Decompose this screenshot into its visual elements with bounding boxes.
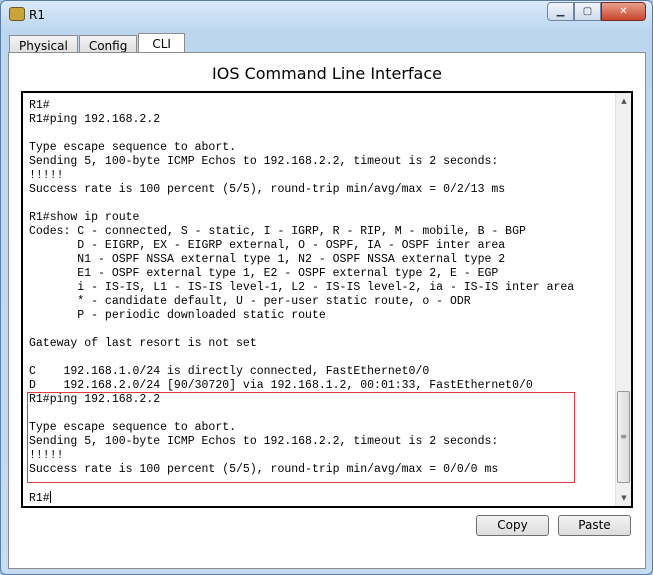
text-cursor bbox=[49, 491, 51, 503]
router-icon bbox=[9, 7, 25, 21]
terminal-line: Success rate is 100 percent (5/5), round… bbox=[29, 183, 506, 196]
vertical-scrollbar[interactable]: ▲ ≡ ▼ bbox=[615, 93, 631, 506]
terminal-line: C 192.168.1.0/24 is directly connected, … bbox=[29, 365, 430, 378]
terminal-line: R1# bbox=[29, 491, 51, 505]
window-title: R1 bbox=[29, 8, 45, 22]
cli-panel: IOS Command Line Interface R1# R1#ping 19… bbox=[8, 52, 646, 569]
minimize-button[interactable]: ▁ bbox=[547, 2, 574, 21]
maximize-button[interactable]: ▢ bbox=[574, 2, 601, 21]
terminal-line: E1 - OSPF external type 1, E2 - OSPF ext… bbox=[29, 267, 499, 280]
terminal-line: P - periodic downloaded static route bbox=[29, 309, 326, 322]
terminal-line: Sending 5, 100-byte ICMP Echos to 192.16… bbox=[29, 155, 499, 168]
scroll-up-arrow-icon[interactable]: ▲ bbox=[616, 93, 631, 109]
paste-button[interactable]: Paste bbox=[558, 515, 631, 536]
terminal-line: * - candidate default, U - per-user stat… bbox=[29, 295, 471, 308]
scrollbar-thumb[interactable]: ≡ bbox=[617, 391, 630, 483]
terminal-line: R1#ping 192.168.2.2 bbox=[29, 113, 161, 126]
window-controls: ▁ ▢ ✕ bbox=[547, 2, 646, 21]
scroll-down-arrow-icon[interactable]: ▼ bbox=[616, 490, 631, 506]
terminal-line: Gateway of last resort is not set bbox=[29, 337, 257, 350]
terminal-line: Codes: C - connected, S - static, I - IG… bbox=[29, 225, 526, 238]
highlight-box bbox=[27, 392, 575, 483]
terminal-line: D - EIGRP, EX - EIGRP external, O - OSPF… bbox=[29, 239, 506, 252]
terminal-line: i - IS-IS, L1 - IS-IS level-1, L2 - IS-I… bbox=[29, 281, 575, 294]
copy-button[interactable]: Copy bbox=[476, 515, 549, 536]
terminal-line: R1#show ip route bbox=[29, 211, 140, 224]
terminal-line: !!!!! bbox=[29, 169, 64, 182]
page-title: IOS Command Line Interface bbox=[212, 64, 442, 83]
cli-terminal[interactable]: R1# R1#ping 192.168.2.2 Type escape sequen… bbox=[21, 91, 633, 508]
close-button[interactable]: ✕ bbox=[601, 2, 646, 21]
terminal-line: D 192.168.2.0/24 [90/30720] via 192.168.… bbox=[29, 379, 533, 392]
router-window: R1 ▁ ▢ ✕ Physical Config CLI IOS Command… bbox=[0, 0, 653, 575]
terminal-line: Type escape sequence to abort. bbox=[29, 141, 237, 154]
terminal-line: R1# bbox=[29, 99, 50, 112]
terminal-line: N1 - OSPF NSSA external type 1, N2 - OSP… bbox=[29, 253, 506, 266]
